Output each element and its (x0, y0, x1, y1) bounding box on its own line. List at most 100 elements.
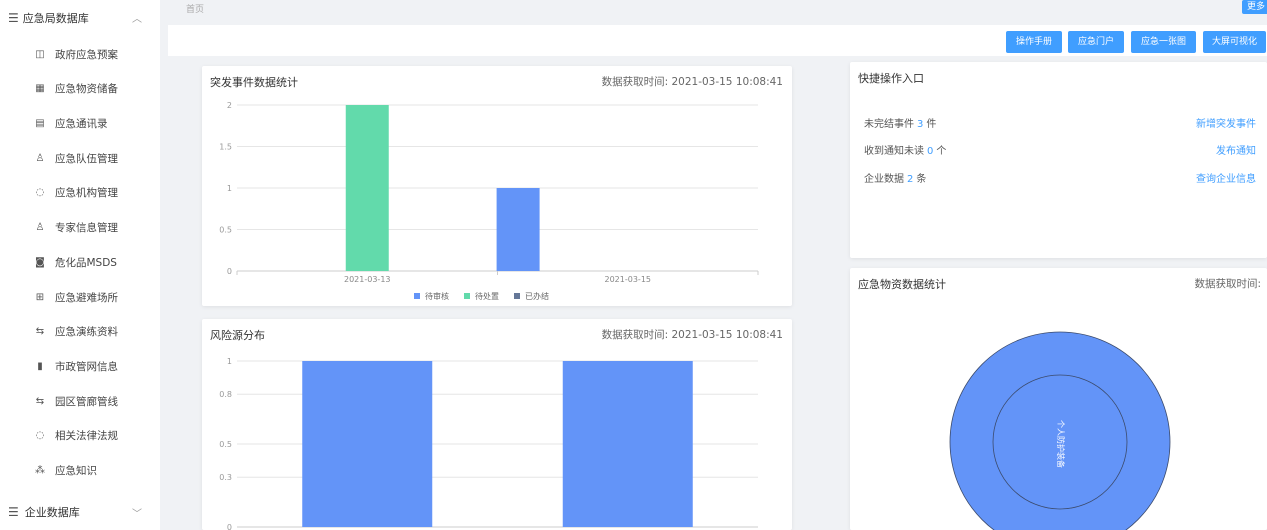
bar (345, 105, 389, 271)
y-tick-label: 0.5 (219, 226, 232, 235)
incident-bar-chart: 0 0.5 1 1.5 2 2021-03-13 2021-03-15 待审核 待处置 已办结 (219, 101, 759, 301)
sidebar-item-label: 专家信息管理 (55, 221, 118, 234)
card-title: 快捷操作入口 (858, 72, 924, 85)
sidebar-item-label: 市政管网信息 (55, 360, 118, 373)
y-tick-label: 0 (227, 267, 232, 276)
chevron-down-icon: ﹀ (132, 509, 142, 520)
legend-swatch (414, 293, 420, 299)
pipe-network-icon: ▮ (37, 360, 43, 372)
legend-label: 待审核 (425, 291, 449, 301)
supply-stats-card: 应急物资数据统计 数据获取时间: 个人防护装备 (850, 268, 1267, 530)
legend-swatch (514, 293, 520, 299)
storage-icon: ▦ (35, 82, 45, 94)
query-enterprise-link[interactable]: 查询企业信息 (1196, 170, 1256, 185)
chemical-icon: ◙ (35, 256, 45, 268)
sidebar-item-label: 应急物资储备 (55, 82, 118, 95)
bar (496, 188, 540, 271)
risk-source-card: 风险源分布 数据获取时间: 2021-03-15 10:08:41 0 0.3 0.… (202, 319, 792, 530)
more-button[interactable]: 更多 (1242, 0, 1267, 14)
knowledge-icon: ⁂ (35, 464, 45, 476)
quick-row-unit: 条 (916, 174, 927, 185)
sidebar-group-label: 应急局数据库 (22, 12, 89, 25)
sidebar-item-expert[interactable]: ♙ 专家信息管理 (0, 210, 160, 244)
quick-row-label: 企业数据 (864, 174, 904, 185)
sidebar-item-corridor[interactable]: ⇆ 园区管廊管线 (0, 384, 160, 418)
sidebar-item-plan[interactable]: ◫ 政府应急预案 (0, 37, 160, 71)
sidebar: ☰ 应急局数据库 ︿ ◫ 政府应急预案 ▦ 应急物资储备 ▤ 应急通讯录 ♙ 应急队伍管理 ◌ 应… (0, 0, 160, 530)
team-icon: ♙ (35, 152, 45, 164)
sidebar-item-contacts[interactable]: ▤ 应急通讯录 (0, 106, 160, 140)
plan-icon: ◫ (35, 48, 45, 60)
sidebar-item-drill[interactable]: ⇆ 应急演练资料 (0, 314, 160, 348)
menu-icon: ☰ (8, 505, 19, 519)
bar (562, 361, 693, 527)
quick-row-unfinished: 未完结事件 3 件 新增突发事件 (864, 115, 1256, 130)
quick-row-enterprise: 企业数据 2 条 查询企业信息 (864, 170, 1256, 185)
quick-row-notices: 收到通知未读 0 个 发布通知 (864, 142, 1256, 157)
sidebar-item-label: 应急通讯录 (55, 117, 108, 130)
sidebar-item-label: 园区管廊管线 (55, 395, 118, 408)
sidebar-item-pipe-network[interactable]: ▮ 市政管网信息 (0, 349, 160, 383)
add-incident-link[interactable]: 新增突发事件 (1196, 115, 1256, 130)
y-tick-label: 1.5 (219, 143, 232, 152)
portal-button[interactable]: 应急门户 (1068, 31, 1124, 53)
sidebar-item-label: 应急机构管理 (55, 186, 118, 199)
corridor-icon: ⇆ (35, 395, 45, 407)
sidebar-item-label: 危化品MSDS (55, 256, 117, 269)
sidebar-item-shelter[interactable]: ⊞ 应急避难场所 (0, 280, 160, 314)
sidebar-group-label: 企业数据库 (24, 506, 80, 519)
quick-row-count[interactable]: 2 (907, 174, 913, 185)
legend-swatch (464, 293, 470, 299)
sidebar-item-label: 相关法律法规 (55, 429, 118, 442)
x-tick-label: 2021-03-13 (344, 275, 391, 284)
quick-row-count[interactable]: 3 (917, 119, 923, 130)
quick-row-label: 收到通知未读 (864, 146, 924, 157)
legend-label: 待处置 (475, 291, 499, 301)
sidebar-item-label: 应急队伍管理 (55, 152, 118, 165)
y-tick-label: 1 (227, 184, 232, 193)
sidebar-item-label: 应急演练资料 (55, 325, 118, 338)
big-screen-button[interactable]: 大屏可视化 (1203, 31, 1266, 53)
sidebar-item-label: 政府应急预案 (55, 48, 118, 61)
supply-pie-chart: 个人防护装备 (949, 331, 1171, 530)
y-tick-label: 0.3 (219, 473, 232, 482)
sidebar-item-chemical[interactable]: ◙ 危化品MSDS (0, 245, 160, 279)
sidebar-group-emergency-db[interactable]: ☰ 应急局数据库 ︿ (0, 0, 160, 36)
contacts-icon: ▤ (35, 117, 45, 129)
risk-bar-chart: 0 0.3 0.5 0.8 1 (219, 357, 758, 530)
y-tick-label: 2 (227, 101, 232, 110)
shelter-icon: ⊞ (35, 291, 45, 303)
sidebar-item-team[interactable]: ♙ 应急队伍管理 (0, 141, 160, 175)
x-tick-label: 2021-03-15 (605, 275, 652, 284)
quick-row-label: 未完结事件 (864, 119, 914, 130)
bar (302, 361, 433, 527)
y-tick-label: 1 (227, 357, 232, 366)
map-button[interactable]: 应急一张图 (1131, 31, 1196, 53)
quick-actions-card: 快捷操作入口 未完结事件 3 件 新增突发事件 收到通知未读 0 个 发布通知 企业数据… (850, 62, 1267, 258)
org-icon: ◌ (35, 186, 45, 198)
sidebar-item-org[interactable]: ◌ 应急机构管理 (0, 175, 160, 209)
y-tick-label: 0 (227, 523, 232, 530)
quick-row-unit: 件 (926, 119, 937, 130)
chevron-up-icon: ︿ (132, 14, 142, 25)
menu-icon: ☰ (8, 11, 19, 25)
sidebar-item-storage[interactable]: ▦ 应急物资储备 (0, 71, 160, 105)
y-tick-label: 0.8 (219, 390, 232, 399)
publish-notice-link[interactable]: 发布通知 (1216, 142, 1256, 157)
y-tick-label: 0.5 (219, 440, 232, 449)
legend-label: 已办结 (525, 291, 549, 301)
pie-label: 个人防护装备 (1056, 420, 1066, 468)
law-icon: ◌ (35, 429, 45, 441)
manual-button[interactable]: 操作手册 (1006, 31, 1062, 53)
sidebar-group-enterprise-db[interactable]: ☰ 企业数据库 ﹀ (0, 495, 160, 529)
incident-stats-card: 突发事件数据统计 数据获取时间: 2021-03-15 10:08:41 0 0.… (202, 66, 792, 306)
drill-icon: ⇆ (35, 325, 45, 337)
quick-row-unit: 个 (936, 146, 947, 157)
quick-row-count[interactable]: 0 (927, 146, 933, 157)
breadcrumb[interactable]: 首页 (186, 2, 204, 15)
sidebar-item-law[interactable]: ◌ 相关法律法规 (0, 418, 160, 452)
sidebar-item-label: 应急知识 (55, 464, 97, 477)
sidebar-item-knowledge[interactable]: ⁂ 应急知识 (0, 453, 160, 487)
sidebar-item-label: 应急避难场所 (55, 291, 118, 304)
expert-icon: ♙ (35, 221, 45, 233)
